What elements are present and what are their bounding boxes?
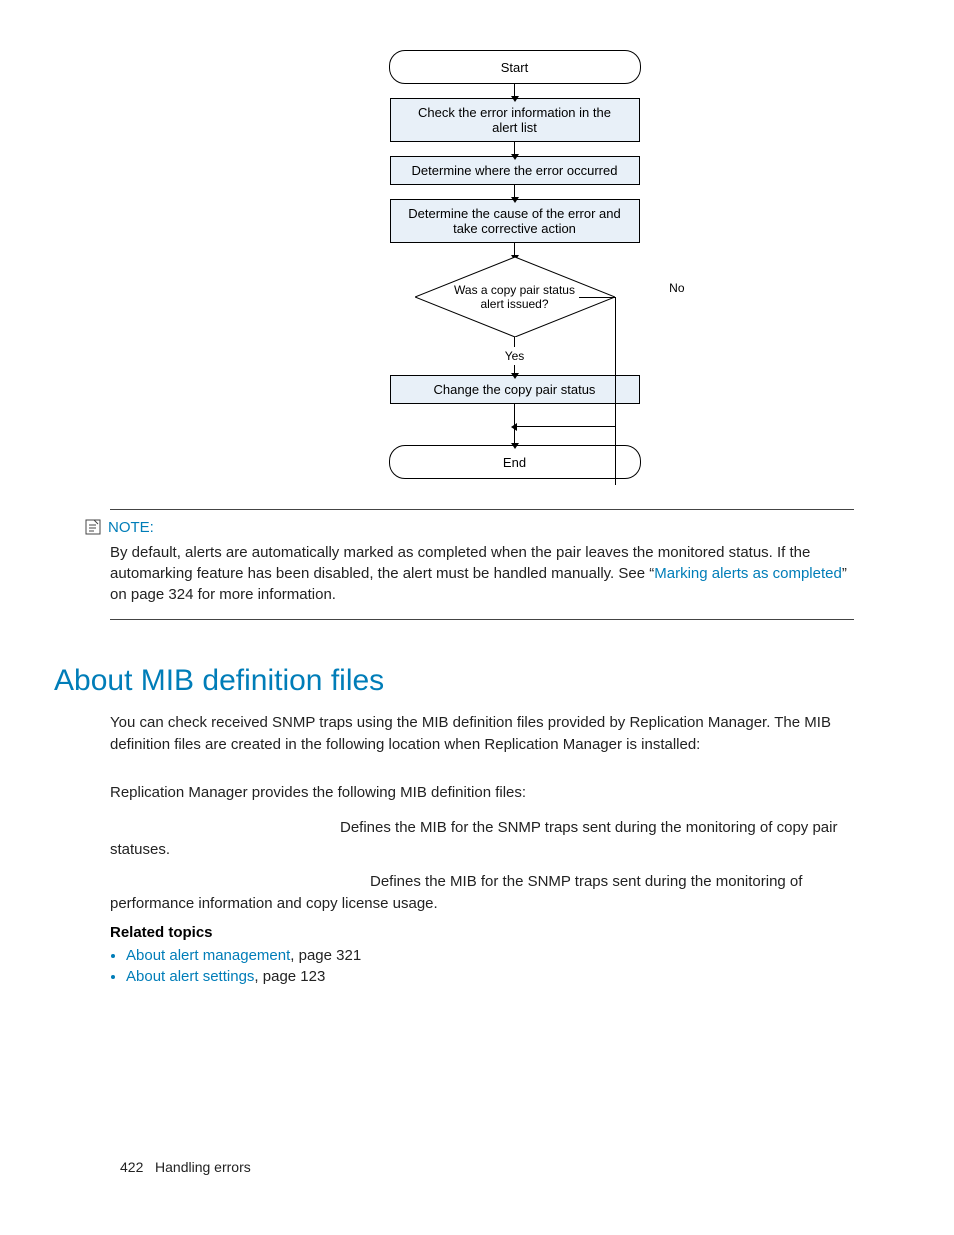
note-block: NOTE: By default, alerts are automatical…: [110, 509, 854, 620]
section-p2: Replication Manager provides the followi…: [110, 782, 854, 804]
decision-no-label: No: [669, 281, 684, 295]
related-item: About alert settings, page 123: [126, 968, 854, 985]
section-p1: You can check received SNMP traps using …: [110, 712, 854, 756]
flow-step-2: Determine where the error occurred: [390, 156, 640, 185]
flow-step-4: Change the copy pair status: [390, 375, 640, 404]
note-body: By default, alerts are automatically mar…: [110, 542, 854, 605]
note-label: NOTE:: [108, 519, 154, 536]
decision-line2: alert issued?: [480, 297, 548, 311]
page-footer: 422 Handling errors: [120, 1159, 251, 1175]
flowchart: Start Check the error information in the…: [175, 50, 854, 479]
mib-def-1: Defines the MIB for the SNMP traps sent …: [110, 817, 854, 861]
decision-yes-label: Yes: [175, 349, 854, 363]
mib-def-2: Defines the MIB for the SNMP traps sent …: [110, 871, 854, 915]
page-number: 422: [120, 1159, 143, 1175]
decision-line1: Was a copy pair status: [454, 283, 575, 297]
chapter-title: Handling errors: [155, 1159, 251, 1175]
related-topics-list: About alert management, page 321 About a…: [110, 947, 854, 985]
flow-step-1: Check the error information in the alert…: [390, 98, 640, 142]
related-topics-heading: Related topics: [110, 924, 854, 941]
flow-step-3: Determine the cause of the error and tak…: [390, 199, 640, 243]
link-about-alert-management[interactable]: About alert management: [126, 947, 290, 964]
section-heading: About MIB definition files: [54, 664, 854, 698]
flow-end: End: [389, 445, 641, 479]
related-item: About alert management, page 321: [126, 947, 854, 964]
note-icon: [84, 518, 102, 536]
link-marking-alerts[interactable]: Marking alerts as completed: [654, 565, 842, 582]
flow-start: Start: [389, 50, 641, 84]
link-about-alert-settings[interactable]: About alert settings: [126, 968, 254, 985]
